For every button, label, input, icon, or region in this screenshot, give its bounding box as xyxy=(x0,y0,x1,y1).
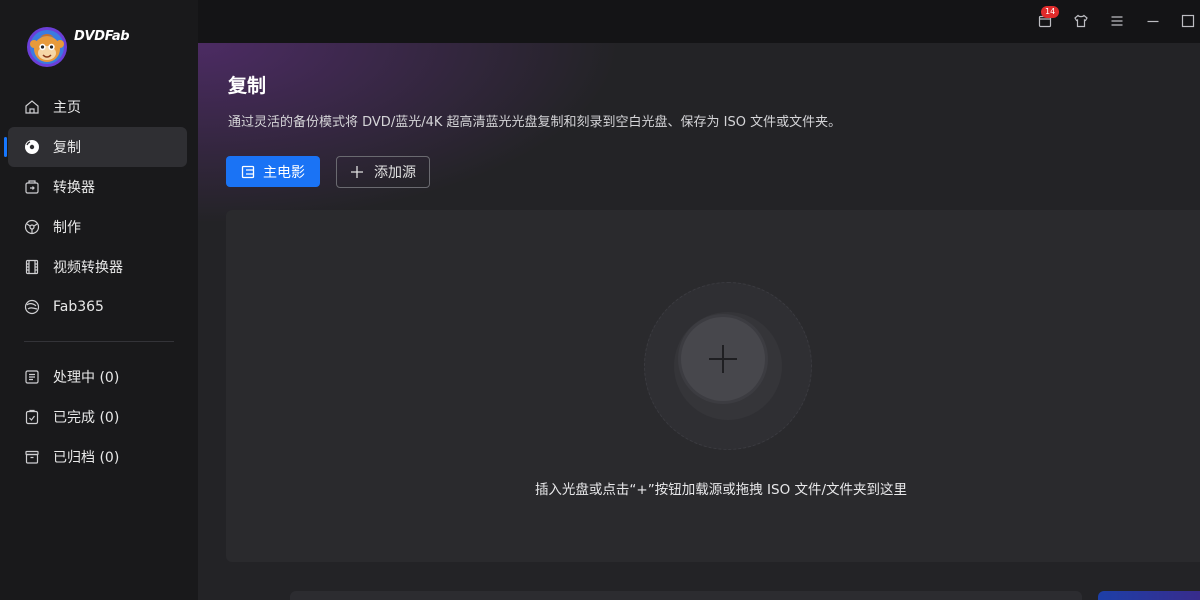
plus-icon xyxy=(351,166,363,178)
app-logo[interactable]: DVDFab xyxy=(26,26,166,70)
theme-button[interactable] xyxy=(1071,11,1091,31)
converter-icon xyxy=(24,179,40,195)
minimize-button[interactable] xyxy=(1143,11,1163,31)
page-title: 复制 xyxy=(228,75,267,97)
plus-icon xyxy=(709,345,737,373)
mode-icon xyxy=(241,165,255,178)
main-movie-mode-button[interactable]: 主电影 xyxy=(226,156,320,187)
menu-button[interactable] xyxy=(1107,11,1127,31)
film-icon xyxy=(24,259,40,275)
main-movie-mode-label: 主电影 xyxy=(263,164,305,181)
notification-badge: 14 xyxy=(1041,6,1060,18)
sidebar-item-converter[interactable]: 转换器 xyxy=(8,167,187,207)
archive-icon xyxy=(24,449,40,465)
clipboard-check-icon xyxy=(24,409,40,425)
home-icon xyxy=(24,99,40,115)
task-list-icon xyxy=(24,369,40,385)
brand-name: DVDFab xyxy=(74,29,130,44)
menu-icon xyxy=(1111,16,1123,26)
sidebar-item-label: 制作 xyxy=(53,220,81,236)
sidebar-item-processing[interactable]: 处理中 (0) xyxy=(8,357,187,397)
sidebar-item-label: 已完成 (0) xyxy=(53,410,120,426)
add-source-button[interactable]: 添加源 xyxy=(336,156,430,188)
drop-hint-text: 插入光盘或点击“+”按钮加载源或拖拽 ISO 文件/文件夹到这里 xyxy=(534,482,908,498)
sidebar-item-label: 复制 xyxy=(53,140,81,156)
sidebar-item-copy[interactable]: 复制 xyxy=(4,127,187,167)
monkey-mascot-icon xyxy=(27,27,67,67)
add-source-plus-button[interactable] xyxy=(681,317,765,401)
main-content: 复制 通过灵活的备份模式将 DVD/蓝光/4K 超高清蓝光光盘复制和刻录到空白光… xyxy=(198,43,1200,600)
sidebar-item-video-converter[interactable]: 视频转换器 xyxy=(8,247,187,287)
add-source-label: 添加源 xyxy=(374,165,416,181)
sidebar-item-label: 已归档 (0) xyxy=(53,450,120,466)
sidebar-item-label: 视频转换器 xyxy=(53,260,123,276)
start-button[interactable] xyxy=(1098,591,1200,600)
maximize-button[interactable] xyxy=(1178,11,1198,31)
creator-icon xyxy=(24,219,40,235)
output-settings-bar[interactable] xyxy=(290,591,1082,600)
sidebar-item-label: 主页 xyxy=(53,100,81,116)
shirt-icon xyxy=(1074,14,1088,28)
minimize-icon xyxy=(1147,20,1159,23)
sidebar-item-label: 转换器 xyxy=(53,180,95,196)
notifications-button[interactable]: 14 xyxy=(1035,6,1060,31)
sidebar-item-creator[interactable]: 制作 xyxy=(8,207,187,247)
sidebar-item-label: 处理中 (0) xyxy=(53,370,120,386)
sidebar-item-label: Fab365 xyxy=(53,299,104,315)
sidebar-divider xyxy=(24,341,174,342)
maximize-icon xyxy=(1181,14,1195,28)
sidebar-item-completed[interactable]: 已完成 (0) xyxy=(8,397,187,437)
sidebar: DVDFab 主页 复制 转换器 制作 视频转换器 Fab365 处理中 (0)… xyxy=(0,0,198,600)
source-drop-zone[interactable]: 插入光盘或点击“+”按钮加载源或拖拽 ISO 文件/文件夹到这里 xyxy=(226,210,1200,562)
title-bar: 14 xyxy=(198,0,1200,43)
fab365-icon xyxy=(24,299,40,315)
disc-copy-icon xyxy=(24,139,40,155)
sidebar-item-home[interactable]: 主页 xyxy=(8,87,187,127)
sidebar-item-archived[interactable]: 已归档 (0) xyxy=(8,437,187,477)
active-indicator xyxy=(4,137,7,157)
page-description: 通过灵活的备份模式将 DVD/蓝光/4K 超高清蓝光光盘复制和刻录到空白光盘、保… xyxy=(228,115,842,130)
sidebar-item-fab365[interactable]: Fab365 xyxy=(8,287,187,327)
